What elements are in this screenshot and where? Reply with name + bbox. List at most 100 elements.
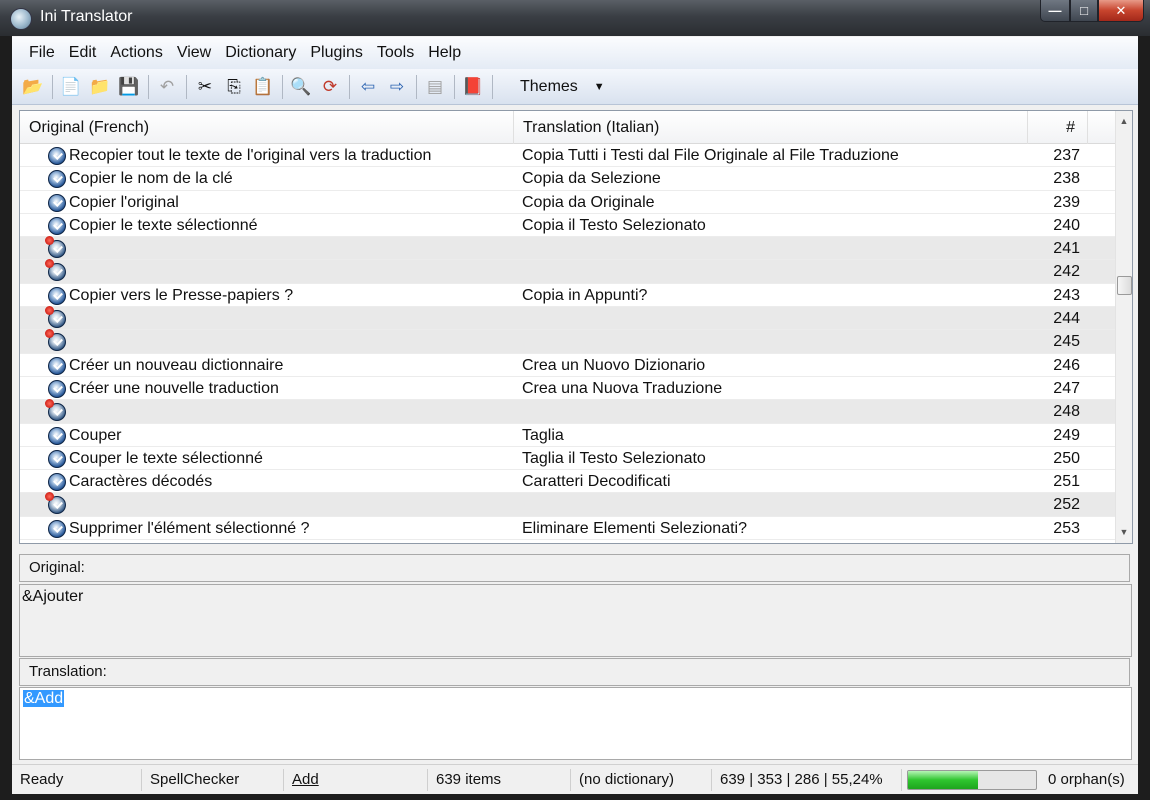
- row-number: 253: [1053, 519, 1080, 537]
- copy-original-icon[interactable]: ▤: [422, 74, 448, 100]
- row-divider: [20, 539, 1116, 541]
- status-orphans: 0 orphan(s): [1048, 771, 1125, 788]
- find-icon[interactable]: 🔍: [288, 74, 314, 100]
- translation-label: Translation:: [19, 658, 1130, 686]
- back-icon[interactable]: ⇦: [355, 74, 381, 100]
- app-icon: [10, 8, 32, 30]
- untranslated-entry-icon: [45, 399, 66, 422]
- column-header-original[interactable]: Original (French): [20, 111, 514, 144]
- row-original: Couper: [69, 426, 122, 444]
- close-button[interactable]: ✕: [1098, 0, 1144, 22]
- row-number: 237: [1053, 147, 1080, 164]
- row-translation: Copia Tutti i Testi dal File Originale a…: [522, 147, 899, 164]
- status-language[interactable]: Add: [284, 769, 428, 791]
- forward-icon[interactable]: ⇨: [384, 74, 410, 100]
- row-number: 250: [1053, 449, 1080, 467]
- undo-icon[interactable]: ↶: [154, 74, 180, 100]
- open-icon[interactable]: 📁: [87, 74, 113, 100]
- row-translation: Copia da Selezione: [522, 170, 661, 188]
- list-row[interactable]: Recopier tout le texte de l'original ver…: [20, 144, 1116, 168]
- scroll-up-icon[interactable]: ▲: [1116, 113, 1132, 130]
- list-row[interactable]: Copier le nom de la clé Copia da Selezion…: [20, 167, 1116, 191]
- row-translation: Copia in Appunti?: [522, 286, 648, 304]
- row-translation: Taglia: [522, 426, 564, 444]
- untranslated-entry-icon: [45, 492, 66, 515]
- progress-bar: [907, 770, 1037, 790]
- untranslated-entry-icon: [45, 306, 66, 329]
- chevron-down-icon: ▼: [593, 80, 605, 93]
- list-row[interactable]: Couper le texte sélectionné Taglia il Tes…: [20, 447, 1116, 471]
- column-header-translation[interactable]: Translation (Italian): [514, 111, 1028, 144]
- row-translation: Caratteri Decodificati: [522, 473, 671, 491]
- cut-icon[interactable]: ✂: [192, 74, 218, 100]
- list-row[interactable]: Couper Taglia 249: [20, 424, 1116, 447]
- translation-input[interactable]: &Add: [19, 687, 1132, 760]
- toolbar-separator: [148, 74, 149, 99]
- menu-tools[interactable]: Tools: [370, 37, 421, 69]
- list-row[interactable]: 242: [20, 259, 1116, 284]
- toolbar-separator: [282, 74, 283, 99]
- paste-icon[interactable]: 📋: [250, 74, 276, 100]
- replace-icon[interactable]: ⟳: [317, 74, 343, 100]
- dictionary-icon[interactable]: 📕: [460, 74, 486, 100]
- menu-view[interactable]: View: [170, 37, 218, 69]
- menu-actions[interactable]: Actions: [103, 37, 169, 69]
- maximize-button[interactable]: □: [1070, 0, 1098, 22]
- translated-entry-icon: [48, 356, 66, 375]
- row-translation: Copia da Originale: [522, 193, 655, 211]
- row-number: 240: [1053, 216, 1080, 234]
- translation-list: Original (French) Translation (Italian) …: [19, 110, 1133, 544]
- row-number: 247: [1053, 379, 1080, 397]
- scrollbar-thumb[interactable]: [1117, 276, 1132, 295]
- menu-file[interactable]: File: [22, 37, 62, 69]
- vertical-scrollbar[interactable]: ▲ ▼: [1115, 111, 1132, 543]
- themes-dropdown[interactable]: Themes ▼: [520, 78, 605, 96]
- window-title: Ini Translator: [40, 8, 133, 25]
- toolbar: 📂 📄 📁 💾 ↶ ✂ ⎘ 📋 🔍 ⟳ ⇦ ⇨ ▤ 📕 Themes ▼: [12, 69, 1138, 105]
- list-row[interactable]: Caractères décodés Caratteri Decodificati…: [20, 470, 1116, 494]
- list-row[interactable]: 245: [20, 329, 1116, 354]
- open-project-icon[interactable]: 📂: [20, 74, 46, 100]
- menu-help[interactable]: Help: [421, 37, 468, 69]
- title-bar: Ini Translator — □ ✕: [0, 0, 1150, 36]
- list-header: Original (French) Translation (Italian) …: [20, 111, 1116, 144]
- menu-plugins[interactable]: Plugins: [303, 37, 369, 69]
- list-row[interactable]: Copier le texte sélectionné Copia il Test…: [20, 214, 1116, 238]
- original-text: &Ajouter: [19, 584, 1132, 657]
- row-number: 244: [1053, 310, 1080, 328]
- list-row[interactable]: Supprimer l'élément sélectionné ? Elimina…: [20, 517, 1116, 541]
- row-translation: Eliminare Elementi Selezionati?: [522, 519, 747, 537]
- translated-entry-icon: [48, 379, 66, 398]
- row-translation: Crea una Nuova Traduzione: [522, 379, 723, 397]
- list-row[interactable]: Créer une nouvelle traduction Crea una Nu…: [20, 377, 1116, 401]
- new-icon[interactable]: 📄: [58, 74, 84, 100]
- translated-entry-icon: [48, 193, 66, 212]
- list-row[interactable]: Copier l'original Copia da Originale 239: [20, 191, 1116, 214]
- menu-dictionary[interactable]: Dictionary: [218, 37, 303, 69]
- untranslated-entry-icon: [45, 259, 66, 282]
- list-row[interactable]: 252: [20, 492, 1116, 517]
- translated-entry-icon: [48, 473, 66, 492]
- status-dictionary: (no dictionary): [571, 769, 712, 791]
- translation-value[interactable]: &Add: [23, 690, 65, 707]
- menu-edit[interactable]: Edit: [62, 37, 104, 69]
- list-row[interactable]: Créer un nouveau dictionnaire Crea un Nuo…: [20, 354, 1116, 377]
- save-icon[interactable]: 💾: [116, 74, 142, 100]
- copy-icon[interactable]: ⎘: [221, 74, 247, 100]
- list-row[interactable]: 241: [20, 236, 1116, 261]
- row-number: 239: [1053, 193, 1080, 211]
- original-label: Original:: [19, 554, 1130, 582]
- row-original: Copier le nom de la clé: [69, 170, 233, 188]
- status-items: 639 items: [428, 769, 571, 791]
- scroll-down-icon[interactable]: ▼: [1116, 524, 1132, 541]
- list-row[interactable]: Copier vers le Presse-papiers ? Copia in …: [20, 284, 1116, 308]
- toolbar-separator: [454, 74, 455, 99]
- minimize-button[interactable]: —: [1040, 0, 1070, 22]
- list-row[interactable]: 248: [20, 399, 1116, 424]
- translated-entry-icon: [48, 426, 66, 445]
- list-row[interactable]: 244: [20, 306, 1116, 331]
- row-number: 241: [1053, 240, 1080, 258]
- toolbar-separator: [492, 74, 493, 99]
- column-header-number[interactable]: #: [1028, 111, 1088, 144]
- row-number: 248: [1053, 403, 1080, 421]
